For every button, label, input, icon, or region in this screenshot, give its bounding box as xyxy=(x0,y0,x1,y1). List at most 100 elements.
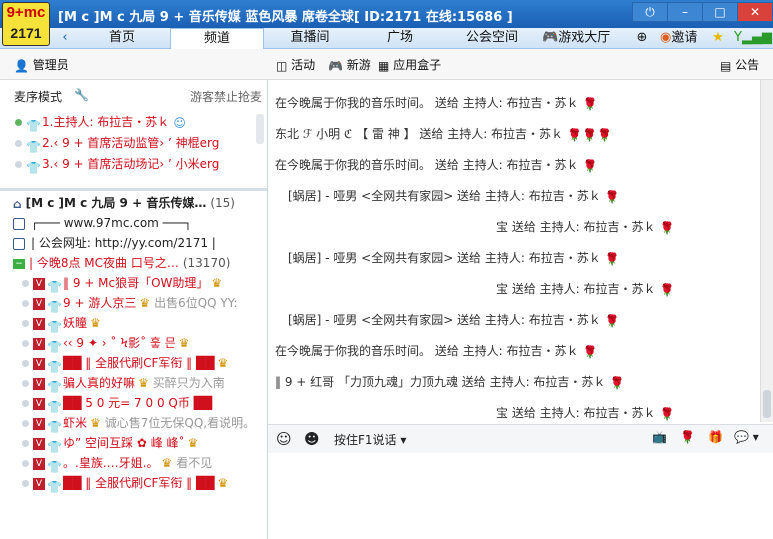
status-icon xyxy=(22,460,29,467)
status-icon xyxy=(22,320,29,327)
chat-scrollbar[interactable] xyxy=(760,80,773,422)
user-item[interactable]: V 👕‖ 9 + Mc狼哥「OW助理」 ♛ xyxy=(8,273,223,294)
status-icon xyxy=(22,280,29,287)
crown-icon: ♛ xyxy=(90,416,101,430)
chat-panel: 在今晚属于你我的音乐时间。 送给 主持人: 布拉吉・苏ｋ 🌹 东北 ℱ 小明 ℭ … xyxy=(268,80,760,422)
minimize-button[interactable]: – xyxy=(667,2,703,22)
vip-badge-icon: V xyxy=(33,277,45,290)
mic-mode-label[interactable]: 麦序模式 xyxy=(14,88,62,105)
coin-icon[interactable]: ⊕ xyxy=(634,28,650,48)
shirt-icon: 👕 xyxy=(47,320,62,334)
status-icon xyxy=(22,380,29,387)
status-icon xyxy=(22,420,29,427)
invite-button[interactable]: ◉邀请 xyxy=(660,28,706,48)
settings-icon[interactable]: 🔧 xyxy=(74,88,89,102)
vip-badge-icon: V xyxy=(33,357,45,370)
admin-button[interactable]: 👤 管理员 xyxy=(14,56,69,73)
mic-header: 麦序模式 🔧 游客禁止抢麦 xyxy=(0,80,267,110)
emoji-icon[interactable]: ☺ xyxy=(276,430,292,448)
rose-icon: 🌹 xyxy=(659,220,675,235)
crown-icon: ♛ xyxy=(178,336,190,350)
game-hall-button[interactable]: 🎮游戏大厅 (1) xyxy=(542,28,628,66)
lock-icon xyxy=(13,237,25,250)
rose-icon: 🌹🌹🌹 xyxy=(567,127,612,142)
vip-badge-icon: V xyxy=(33,437,45,450)
user-item[interactable]: V 👕妖瞳 ♛ xyxy=(8,313,101,334)
crown-icon: ♛ xyxy=(211,276,223,290)
vip-badge-icon: V xyxy=(33,477,45,490)
rose-icon[interactable]: 🌹 xyxy=(680,430,695,444)
rose-icon: 🌹 xyxy=(659,282,675,297)
chat-message: [蜗居] - 哑男 <全网共有家园> 送给 主持人: 布拉吉・苏ｋ 🌹 xyxy=(288,313,620,328)
rose-icon: 🌹 xyxy=(604,251,620,266)
shirt-icon: 👕 xyxy=(47,460,62,474)
crown-icon: ♛ xyxy=(187,436,199,450)
face-icon[interactable]: ☻ xyxy=(304,430,320,448)
status-icon xyxy=(15,140,22,147)
user-item[interactable]: V 👕9 + 游人京三 ♛ 出售6位QQ YY: xyxy=(8,293,238,314)
gift-icon[interactable]: 🎁 xyxy=(708,430,723,444)
game-icon: 🎮 xyxy=(542,30,559,45)
shirt-icon: 👕 xyxy=(26,161,41,175)
user-item[interactable]: V 👕。.皇族.…牙姐.。 ♛ 看不见 xyxy=(8,453,212,474)
home-icon: ⌂ xyxy=(13,196,22,211)
scroll-thumb[interactable] xyxy=(763,390,771,418)
left-panel: 麦序模式 🔧 游客禁止抢麦 👕1.主持人: 布拉吉・苏ｋ ☺ 👕2.‹ 9 + 首… xyxy=(0,80,268,539)
vip-badge-icon: V xyxy=(33,377,45,390)
user-item[interactable]: V 👕‹‹ 9 ✦ › ˚ Ϟ影˚ 훟 믄 ♛ xyxy=(8,333,190,354)
star-icon[interactable]: ★ xyxy=(710,28,726,48)
user-item[interactable]: V 👕骗人真的好嘛 ♛ 买醉只为入南 xyxy=(8,373,225,394)
message-input[interactable] xyxy=(268,453,773,539)
tab-plaza[interactable]: 广场 xyxy=(358,28,442,48)
maximize-button[interactable]: □ xyxy=(702,2,738,22)
user-item[interactable]: V 👕██ 5 0 元= 7 0 0 Q币 ██ xyxy=(8,393,212,414)
tab-channel[interactable]: 频道 xyxy=(170,28,264,49)
chat-bubble-icon[interactable]: 💬 ▾ xyxy=(734,430,759,444)
crown-icon: ♛ xyxy=(217,356,229,370)
gamepad-icon: 🎮 xyxy=(328,58,343,73)
chat-message: 在今晚属于你我的音乐时间。 送给 主持人: 布拉吉・苏ｋ 🌹 xyxy=(275,344,598,359)
app-logo: 9+mc 2171 xyxy=(2,2,50,46)
activity-button[interactable]: ◫ 活动 xyxy=(276,56,315,73)
guest-hint: 游客禁止抢麦 xyxy=(190,90,263,104)
channel-root[interactable]: ⌂ [M c ]M c 九局 9 + 音乐传媒… (15) xyxy=(0,193,235,213)
back-icon[interactable]: ‹ xyxy=(58,28,72,48)
rose-icon: 🌹 xyxy=(604,189,620,204)
crown-icon: ♛ xyxy=(139,296,151,310)
rose-icon: 🌹 xyxy=(659,406,675,421)
mic-item[interactable]: 👕3.‹ 9 + 首席活动场记› ’ 小米erg xyxy=(0,154,219,175)
announcement-button[interactable]: ▤ 公告 xyxy=(720,56,759,73)
tv-icon[interactable]: 📺 xyxy=(652,430,667,444)
chat-message: 宝 送给 主持人: 布拉吉・苏ｋ 🌹 xyxy=(496,220,675,235)
power-button[interactable]: ⏻ xyxy=(632,2,668,22)
crown-icon: ♛ xyxy=(138,376,149,390)
sub-channel-open[interactable]: − | 今晚8点 MC夜曲 口号之… (13170) xyxy=(0,253,230,273)
user-item[interactable]: V 👕██ ‖ 全服代刷CF军衔 ‖ ██ ♛ xyxy=(8,473,228,494)
signal-icon: Y▂▄▆ xyxy=(734,30,772,45)
speak-mode-dropdown[interactable]: 按住F1说话 ▾ xyxy=(334,431,406,448)
mic-item[interactable]: 👕2.‹ 9 + 首席活动监管› ’ 神棍erg xyxy=(0,133,219,154)
announcement-icon: ▤ xyxy=(720,58,732,73)
status-icon xyxy=(22,440,29,447)
channel-tree: ⌂ [M c ]M c 九局 9 + 音乐传媒… (15) ┌─── www.97m… xyxy=(0,193,267,539)
status-icon xyxy=(22,400,29,407)
new-game-button[interactable]: 🎮 新游 xyxy=(328,56,371,73)
input-toolbar: ☺ ☻ 按住F1说话 ▾ 📺 🌹 🎁 💬 ▾ xyxy=(268,424,773,454)
status-icon xyxy=(22,360,29,367)
tab-home[interactable]: 首页 xyxy=(80,28,164,48)
user-item[interactable]: V 👕ゆ” 空间互踩 ✿ 峰 峰˚ ♛ xyxy=(8,433,199,454)
mic-item[interactable]: 👕1.主持人: 布拉吉・苏ｋ ☺ xyxy=(0,112,186,133)
mic-scrollbar[interactable] xyxy=(256,114,264,144)
tab-guild-space[interactable]: 公会空间 xyxy=(448,28,536,48)
close-button[interactable]: ✕ xyxy=(737,2,773,22)
collapse-icon[interactable]: − xyxy=(13,258,25,269)
shirt-icon: 👕 xyxy=(47,300,62,314)
sub-channel[interactable]: ┌─── www.97mc.com ───┐ xyxy=(0,213,192,233)
status-icon xyxy=(22,480,29,487)
user-item[interactable]: V 👕虾米 ♛ 诚心售7位无保QQ,看说明。 xyxy=(8,413,255,434)
sub-channel[interactable]: | 公会网址: http://yy.com/2171 | xyxy=(0,233,216,253)
rose-icon: 🌹 xyxy=(582,158,598,173)
user-item[interactable]: V 👕██ ‖ 全服代刷CF军衔 ‖ ██ ♛ xyxy=(8,353,229,374)
tab-live-room[interactable]: 直播间 xyxy=(268,28,352,48)
app-box-button[interactable]: ▦ 应用盒子 xyxy=(378,56,441,73)
